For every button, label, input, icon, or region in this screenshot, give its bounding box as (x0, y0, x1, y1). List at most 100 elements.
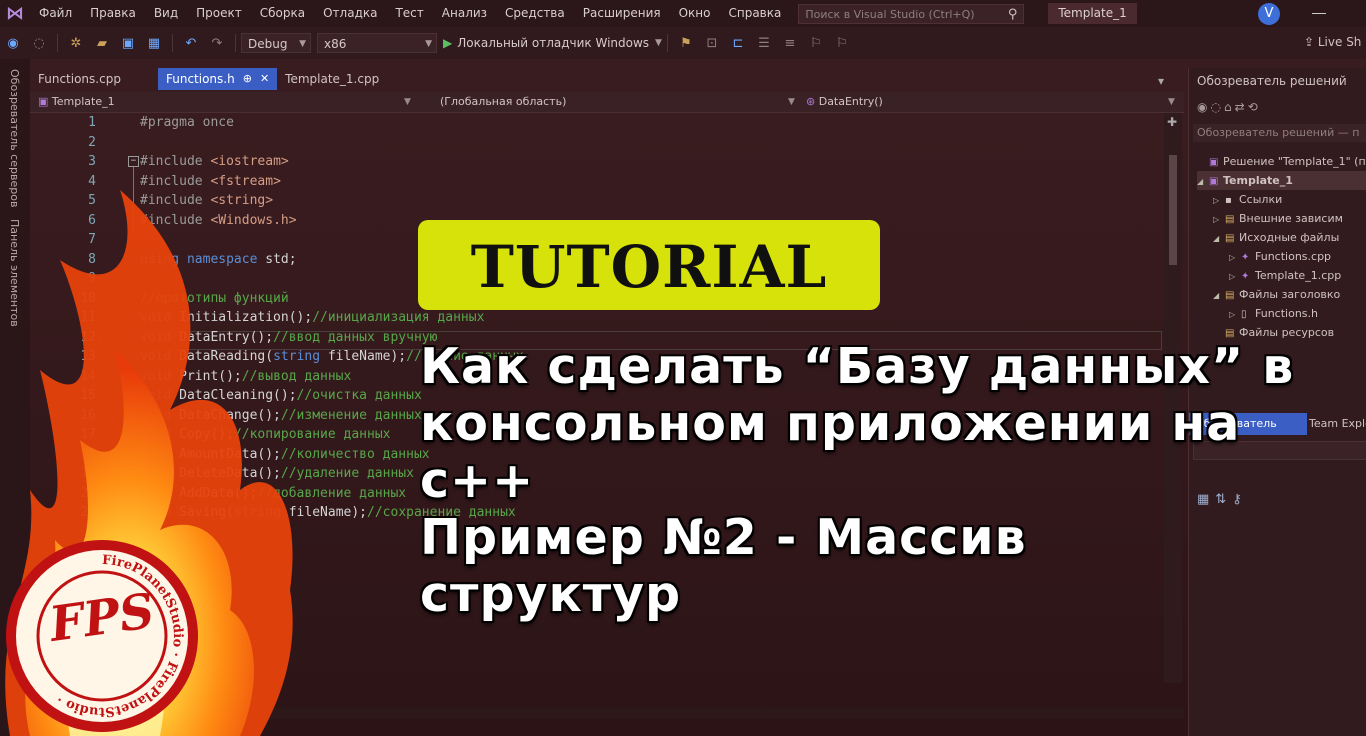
open-folder-icon[interactable]: ▰ (92, 33, 112, 53)
search-input[interactable]: Поиск в Visual Studio (Ctrl+Q) ⚲ (798, 3, 1025, 25)
undo-icon[interactable]: ↶ (181, 33, 201, 53)
tree-item[interactable]: ▷ ▪ Ссылки (1213, 190, 1366, 209)
tab-team-explorer[interactable]: Team Explo (1303, 413, 1366, 435)
menu-item[interactable]: Правка (81, 0, 145, 27)
step-icon[interactable]: ⊡ (702, 33, 722, 53)
forward-icon[interactable]: ◌ (1210, 100, 1223, 114)
expander-icon[interactable]: ▷ (1213, 191, 1225, 210)
tree-item[interactable]: ▷ ▯ Functions.h (1229, 304, 1366, 323)
tree-item[interactable]: ▷ ▤ Внешние зависим (1213, 209, 1366, 228)
menu-item[interactable]: Файл (30, 0, 81, 27)
line-source: void DataChange();//изменение данных (140, 406, 422, 426)
tab-overflow-icon[interactable]: ▾ (1158, 74, 1164, 88)
configuration-select[interactable]: Debug ▼ (241, 33, 311, 53)
nav-member-select[interactable]: ⊛ DataEntry() (806, 92, 883, 112)
tab-functions-h[interactable]: Functions.h ⊕ ✕ (158, 68, 278, 90)
tree-item[interactable]: ◢ ▤ Файлы заголовко (1213, 285, 1366, 304)
line-number: 14 (80, 368, 96, 384)
tree-item[interactable]: ▷ ✦ Functions.cpp (1229, 247, 1366, 266)
new-project-icon[interactable]: ✲ (66, 33, 86, 53)
line-source: #include <string> (140, 191, 273, 211)
tree-item[interactable]: ◢ ▣ Template_1 (1197, 171, 1366, 190)
hot-reload-icon[interactable]: ⚑ (676, 33, 696, 53)
horizontal-scrollbar[interactable] (30, 707, 1184, 719)
nav-project-select[interactable]: ▣ Template_1 (38, 92, 115, 112)
menu-item[interactable]: Средства (496, 0, 574, 27)
chevron-down-icon[interactable]: ▼ (655, 38, 662, 48)
code-token: DeleteData(); (179, 466, 281, 481)
menu-item[interactable]: Сборка (251, 0, 314, 27)
property-pages-icon[interactable]: ⚷ (1232, 492, 1248, 507)
code-token: string (233, 505, 289, 520)
forward-icon[interactable]: ◌ (29, 33, 49, 53)
visual-studio-logo-icon[interactable]: ⋈ (0, 0, 30, 27)
format-icon[interactable]: ☰ (754, 33, 774, 53)
redo-icon[interactable]: ↷ (207, 33, 227, 53)
step-over-icon[interactable]: ⊏ (728, 33, 748, 53)
menu-item[interactable]: Окно (670, 0, 720, 27)
alphabetical-icon[interactable]: ⇅ (1215, 492, 1232, 507)
nav-scope-select[interactable]: (Глобальная область) (440, 92, 566, 112)
home-icon[interactable]: ⌂ (1224, 100, 1235, 114)
project-icon: ▣ (38, 95, 49, 108)
expander-icon[interactable]: ▷ (1213, 210, 1225, 229)
expander-icon[interactable]: ▷ (1229, 267, 1241, 286)
chevron-down-icon[interactable]: ▼ (404, 92, 411, 112)
vertical-scrollbar[interactable]: ✚ (1164, 113, 1182, 683)
chevron-down-icon[interactable]: ▼ (1168, 92, 1175, 112)
solution-search-input[interactable]: Обозреватель решений — п (1193, 124, 1366, 142)
tab-functions-cpp[interactable]: Functions.cpp (30, 68, 158, 90)
code-editor[interactable]: − 1 #pragma once 2 3 #include <iostream> 4 #in… (30, 113, 1164, 683)
avatar[interactable]: V (1258, 3, 1280, 25)
line-source: void Saving(string fileName);//сохранени… (140, 503, 516, 523)
menu-item[interactable]: Расширения (574, 0, 670, 27)
left-tool-strip: Обозреватель серверов Панель элементов (0, 59, 30, 736)
menu-item[interactable]: Вид (145, 0, 187, 27)
tab-label: Functions.h (166, 72, 235, 86)
save-all-icon[interactable]: ▦ (144, 33, 164, 53)
categorized-icon[interactable]: ▦ (1197, 492, 1215, 507)
menu-item[interactable]: Отладка (314, 0, 386, 27)
sync-icon[interactable]: ⇄ (1235, 100, 1248, 114)
expander-icon[interactable]: ▷ (1229, 248, 1241, 267)
tree-item[interactable]: ▷ ✦ Template_1.cpp (1229, 266, 1366, 285)
menu-item[interactable]: Тест (386, 0, 432, 27)
expander-icon[interactable]: ◢ (1213, 286, 1225, 305)
menu-item[interactable]: Анализ (433, 0, 496, 27)
start-debugging-button[interactable]: ▶ Локальный отладчик Windows ▼ (443, 36, 662, 50)
history-icon[interactable]: ⟲ (1248, 100, 1261, 114)
menu-item[interactable]: Справка (719, 0, 790, 27)
comment-icon[interactable]: ≡ (780, 33, 800, 53)
tree-item[interactable]: ▣ Решение "Template_1" (п (1197, 152, 1366, 171)
code-token: void (140, 505, 180, 520)
save-icon[interactable]: ▣ (118, 33, 138, 53)
properties-object-select[interactable] (1193, 441, 1366, 460)
tree-item[interactable]: ▤ Файлы ресурсов (1213, 323, 1366, 342)
tree-item[interactable]: ◢ ▤ Исходные файлы (1213, 228, 1366, 247)
expander-icon[interactable]: ▷ (1229, 305, 1241, 324)
tab-solution-explorer[interactable]: Обозреватель (1189, 413, 1307, 435)
pin-icon[interactable]: ⊕ (243, 68, 252, 90)
server-explorer-tab[interactable]: Обозреватель серверов (8, 69, 21, 207)
chevron-down-icon[interactable]: ▼ (788, 92, 795, 112)
toolbox-tab[interactable]: Панель элементов (8, 219, 21, 327)
menu-item[interactable]: Проект (187, 0, 251, 27)
line-number: 18 (80, 446, 96, 462)
bookmark-icon[interactable]: ⚐ (806, 33, 826, 53)
close-icon[interactable]: ✕ (260, 68, 269, 90)
expander-icon[interactable]: ◢ (1197, 172, 1209, 191)
minimize-icon[interactable] (1312, 13, 1326, 14)
back-icon[interactable]: ◉ (1197, 100, 1210, 114)
live-share-button[interactable]: ⇪ Live Sh (1304, 35, 1361, 49)
tree-item-label: Template_1 (1223, 174, 1293, 187)
bookmark-next-icon[interactable]: ⚐ (832, 33, 852, 53)
collapse-icon[interactable]: − (128, 156, 139, 167)
platform-select[interactable]: x86 ▼ (317, 33, 437, 53)
expander-icon[interactable]: ◢ (1213, 229, 1225, 248)
search-icon[interactable]: ⚲ (1008, 5, 1018, 25)
scrollbar-thumb[interactable] (1169, 155, 1177, 265)
tab-template-1-cpp[interactable]: Template_1.cpp (277, 68, 387, 90)
split-icon[interactable]: ✚ (1167, 115, 1177, 129)
line-source: //прототипы функций (140, 289, 289, 309)
back-icon[interactable]: ◉ (3, 33, 23, 53)
